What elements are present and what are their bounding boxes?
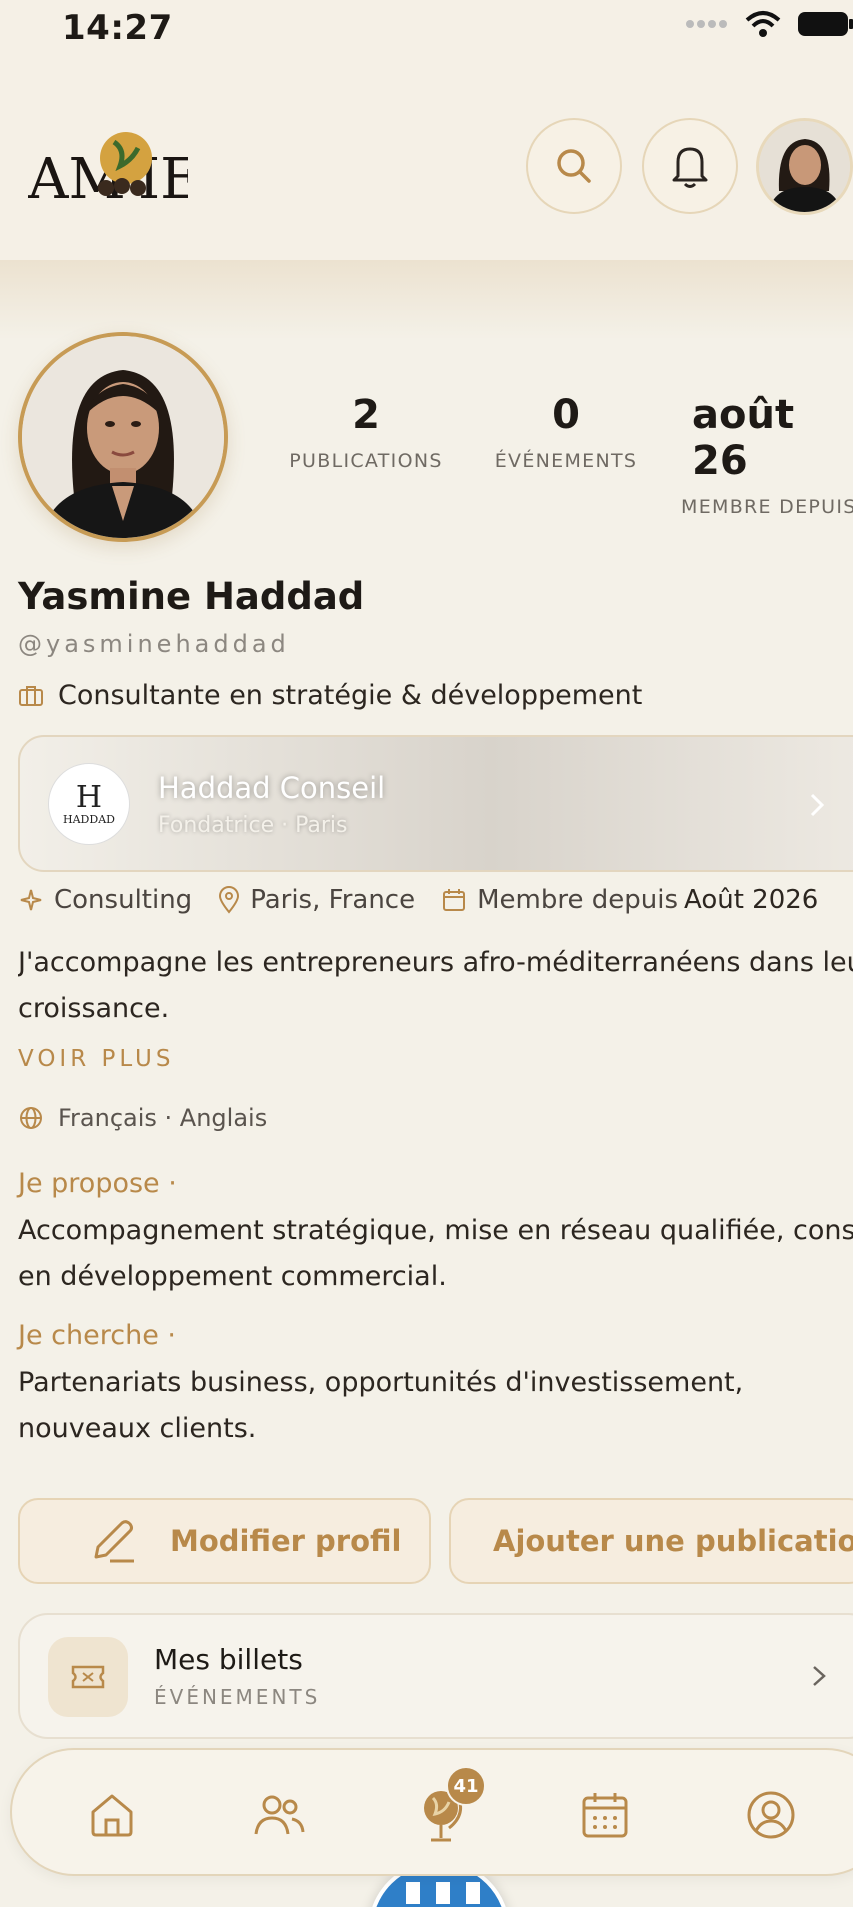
- profile-role: Consultante en stratégie & développement: [18, 680, 642, 711]
- nav-profile[interactable]: [744, 1788, 798, 1842]
- offer-heading: Je propose ·: [18, 1168, 177, 1199]
- battery-icon: [798, 12, 853, 36]
- seek-line: nouveaux clients.: [18, 1413, 257, 1444]
- profile-name: Yasmine Haddad: [18, 575, 365, 618]
- stat-label: PUBLICATIONS: [289, 450, 443, 472]
- bottom-nav: [10, 1748, 853, 1876]
- ticket-icon: [71, 1665, 105, 1689]
- meta-location: Paris, France: [218, 885, 415, 915]
- profile-meta: Consulting Paris, France Membre depuis A…: [18, 885, 844, 915]
- profile-photo[interactable]: [18, 332, 228, 542]
- tickets-title: Mes billets: [154, 1643, 303, 1676]
- bell-icon: [672, 147, 708, 188]
- users-icon: [254, 1795, 305, 1835]
- company-subtitle: Fondatrice · Paris: [158, 813, 348, 838]
- meta-member-date: Août 2026: [683, 885, 819, 915]
- seek-body: Partenariats business, opportunités d'in…: [18, 1360, 853, 1452]
- wifi-icon: [745, 11, 781, 37]
- calendar-icon: [443, 889, 466, 911]
- stat-value: 2: [352, 392, 380, 438]
- stat-member-since: août 26 MEMBRE DEPUIS: [675, 392, 853, 518]
- add-publication-button[interactable]: Ajouter une publication: [449, 1498, 853, 1584]
- home-icon: [91, 1794, 133, 1837]
- app-logo[interactable]: AM IE: [27, 120, 201, 212]
- add-publication-label: Ajouter une publication: [493, 1524, 853, 1558]
- briefcase-icon: [19, 685, 43, 706]
- notifications-button[interactable]: [642, 118, 738, 214]
- seek-heading: Je cherche ·: [18, 1320, 176, 1351]
- avatar: [22, 336, 224, 538]
- sparkle-icon: [20, 889, 42, 911]
- nav-community[interactable]: [252, 1788, 306, 1842]
- offer-line: Accompagnement stratégique, mise en rése…: [18, 1215, 853, 1246]
- globe-icon: [20, 1107, 42, 1129]
- header-divider: [0, 260, 853, 340]
- meta-member-label: Membre depuis: [477, 885, 678, 915]
- meta-member-since: Membre depuis Août 2026: [441, 885, 818, 915]
- meta-location-text: Paris, France: [250, 885, 416, 915]
- profile-bio: J'accompagne les entrepreneurs afro-médi…: [18, 940, 853, 1032]
- company-card[interactable]: H HADDAD Haddad Conseil Fondatrice · Par…: [18, 735, 853, 872]
- avatar: [759, 121, 850, 212]
- tickets-subtitle: ÉVÉNEMENTS: [154, 1685, 321, 1709]
- search-icon: [557, 149, 591, 183]
- profile-languages: Français · Anglais: [18, 1104, 267, 1132]
- notification-badge: 41: [446, 1766, 486, 1806]
- search-button[interactable]: [526, 118, 622, 214]
- company-name: Haddad Conseil: [158, 771, 386, 805]
- calendar-icon: [582, 1793, 628, 1838]
- user-avatar-button[interactable]: [756, 118, 853, 215]
- status-icons: [685, 10, 853, 38]
- company-logo: H HADDAD: [48, 763, 130, 845]
- stat-value: août 26: [692, 392, 795, 484]
- location-pin-icon: [219, 886, 240, 914]
- stat-value: 0: [552, 392, 580, 438]
- signal-icon: [686, 20, 727, 28]
- seek-line: Partenariats business, opportunités d'in…: [18, 1367, 744, 1398]
- pencil-icon: [94, 1520, 134, 1563]
- company-logo-text: HADDAD: [63, 812, 115, 826]
- offer-body: Accompagnement stratégique, mise en rése…: [18, 1208, 853, 1300]
- stat-label: MEMBRE DEPUIS: [681, 496, 853, 518]
- bio-line: J'accompagne les entrepreneurs afro-médi…: [18, 947, 853, 978]
- profile-circle-icon: [747, 1791, 795, 1839]
- company-logo-letter: H: [75, 779, 103, 815]
- stat-publications[interactable]: 2 PUBLICATIONS: [286, 392, 446, 472]
- ticket-icon-wrap: [48, 1637, 128, 1717]
- edit-profile-button[interactable]: Modifier profil: [18, 1498, 431, 1584]
- see-more-link[interactable]: VOIR PLUS: [18, 1046, 174, 1072]
- chevron-right-icon: [813, 1666, 826, 1686]
- tickets-card[interactable]: Mes billets ÉVÉNEMENTS: [18, 1613, 853, 1739]
- chevron-right-icon: [810, 793, 825, 817]
- languages-text: Français · Anglais: [58, 1104, 268, 1132]
- status-time: 14:27: [62, 8, 173, 48]
- edit-profile-label: Modifier profil: [170, 1524, 402, 1558]
- meta-industry: Consulting: [18, 885, 192, 915]
- stat-events[interactable]: 0 ÉVÉNEMENTS: [486, 392, 646, 472]
- stat-label: ÉVÉNEMENTS: [494, 450, 638, 472]
- offer-line: en développement commercial.: [18, 1261, 447, 1292]
- bio-line: croissance.: [18, 993, 170, 1024]
- status-bar: 14:27: [0, 0, 853, 55]
- nav-calendar[interactable]: [578, 1788, 632, 1842]
- nav-home[interactable]: [85, 1788, 139, 1842]
- meta-industry-text: Consulting: [54, 885, 193, 915]
- role-text: Consultante en stratégie & développement: [58, 680, 643, 711]
- profile-handle: @yasminehaddad: [18, 630, 290, 658]
